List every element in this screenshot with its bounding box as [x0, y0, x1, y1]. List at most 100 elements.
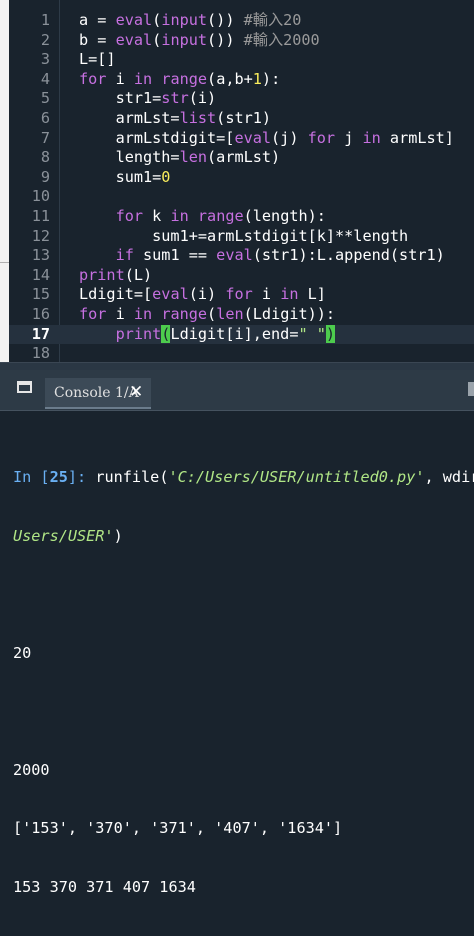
code-line[interactable]: 2b = eval(input()) #輸入2000 [9, 31, 474, 51]
code-token: armLst= [79, 109, 180, 127]
code-token: ()) [207, 31, 244, 49]
code-line[interactable]: 9 sum1=0 [9, 168, 474, 188]
code-token: range [161, 305, 207, 323]
line-number: 5 [9, 89, 50, 109]
code-line[interactable]: 12 sum1+=armLstdigit[k]**length [9, 227, 474, 247]
code-line[interactable]: 7 armLstdigit=[eval(j) for j in armLst] [9, 129, 474, 149]
code-token: (str1):L.append(str1) [253, 246, 445, 264]
code-text: armLst=list(str1) [79, 109, 271, 129]
console-wrapped-line: Users/USER') [13, 527, 474, 547]
console-digits-output: 153 370 371 407 1634 [13, 878, 474, 898]
code-text: Ldigit=[eval(i) for i in L] [79, 285, 326, 305]
code-line[interactable]: 4for i in range(a,b+1): [9, 70, 474, 90]
code-token: in [134, 70, 152, 88]
runfile-close: ) [114, 527, 123, 545]
line-number: 8 [9, 148, 50, 168]
code-token: ( [152, 31, 161, 49]
code-token: length= [79, 148, 180, 166]
code-line[interactable]: 14 print(L) [9, 266, 474, 286]
code-token: armLst] [381, 129, 454, 147]
runfile-path: 'C:/Users/USER/untitled0.py' [168, 468, 424, 486]
code-token: in [280, 285, 298, 303]
console-tab-bar: Console 1/A ✕ [0, 370, 474, 411]
code-token: print [79, 266, 125, 284]
code-token: eval [152, 285, 189, 303]
tab-console[interactable]: Console 1/A ✕ [45, 378, 151, 409]
code-token: (L) [125, 266, 152, 284]
code-line[interactable]: 13 if sum1 == eval(str1):L.append(str1) [9, 246, 474, 266]
code-token: ( [207, 305, 216, 323]
line-number: 2 [9, 31, 50, 51]
line-number: 11 [9, 207, 50, 227]
code-token: b = [79, 31, 116, 49]
code-token: in [134, 305, 152, 323]
code-text: sum1+=armLstdigit[k]**length [79, 227, 408, 247]
window-icon[interactable] [17, 381, 32, 393]
code-text: print(L) [79, 266, 152, 286]
code-token: " " [298, 325, 325, 343]
code-token: L=[] [79, 50, 116, 68]
line-number: 7 [9, 129, 50, 149]
code-line[interactable]: 6 armLst=list(str1) [9, 109, 474, 129]
code-token: for [308, 129, 335, 147]
code-token: str [161, 89, 188, 107]
code-token: for [79, 70, 106, 88]
code-line[interactable]: 15 Ldigit=[eval(i) for i in L] [9, 285, 474, 305]
code-token: print [116, 325, 162, 343]
code-token: 0 [161, 168, 170, 186]
line-number: 18 [9, 344, 50, 362]
code-token [152, 305, 161, 323]
code-token [79, 325, 116, 343]
line-number: 13 [9, 246, 50, 266]
code-line[interactable]: 10 [9, 187, 474, 207]
options-icon[interactable] [468, 382, 474, 396]
line-number: 3 [9, 50, 50, 70]
close-icon[interactable]: ✕ [129, 382, 143, 402]
code-editor[interactable]: 1a = eval(input()) #輸入202b = eval(input(… [9, 0, 474, 362]
code-token: for [116, 207, 143, 225]
code-token: input [161, 11, 207, 29]
code-token: (str1) [216, 109, 271, 127]
prompt-prefix: In [ [13, 468, 50, 486]
code-text: sum1=0 [79, 168, 170, 188]
console-input-b: 2000 [13, 761, 474, 781]
code-line[interactable]: 18 [9, 344, 474, 362]
code-line[interactable]: 8 length=len(armLst) [9, 148, 474, 168]
code-token [79, 246, 116, 264]
code-text: a = eval(input()) #輸入20 [79, 11, 301, 31]
code-text: L=[] [79, 50, 116, 70]
code-line[interactable]: 1a = eval(input()) #輸入20 [9, 11, 474, 31]
code-token: (Ldigit)): [244, 305, 335, 323]
code-token: ) [326, 325, 335, 343]
console-output[interactable]: In [25]: runfile('C:/Users/USER/untitled… [13, 429, 474, 936]
code-token: if [116, 246, 134, 264]
console-input-a: 20 [13, 644, 474, 664]
code-text: armLstdigit=[eval(j) for j in armLst] [79, 129, 454, 149]
code-line[interactable]: 5 str1=str(i) [9, 89, 474, 109]
code-text: str1=str(i) [79, 89, 216, 109]
code-line[interactable]: 11 for k in range(length): [9, 207, 474, 227]
code-token: Ldigit=[ [79, 285, 152, 303]
code-text: length=len(armLst) [79, 148, 280, 168]
code-line[interactable]: 3 L=[] [9, 50, 474, 70]
code-token: j [335, 129, 362, 147]
code-token: sum1+=armLstdigit[k]**length [79, 227, 408, 245]
line-number: 14 [9, 266, 50, 286]
line-number: 15 [9, 285, 50, 305]
code-token: (i) [189, 285, 226, 303]
code-text: if sum1 == eval(str1):L.append(str1) [79, 246, 445, 266]
code-token: (i) [189, 89, 216, 107]
code-token: len [216, 305, 243, 323]
code-token: range [161, 70, 207, 88]
code-line[interactable]: 17 print(Ldigit[i],end=" ") [9, 325, 474, 345]
adjacent-window-divider [0, 262, 9, 263]
code-token: (armLst) [207, 148, 280, 166]
code-token: list [180, 109, 217, 127]
code-token: sum1 == [134, 246, 216, 264]
code-token: sum1= [79, 168, 161, 186]
code-token: L] [298, 285, 325, 303]
code-token: for [225, 285, 252, 303]
code-token: (length): [244, 207, 326, 225]
code-token: eval [234, 129, 271, 147]
code-line[interactable]: 16for i in range(len(Ldigit)): [9, 305, 474, 325]
